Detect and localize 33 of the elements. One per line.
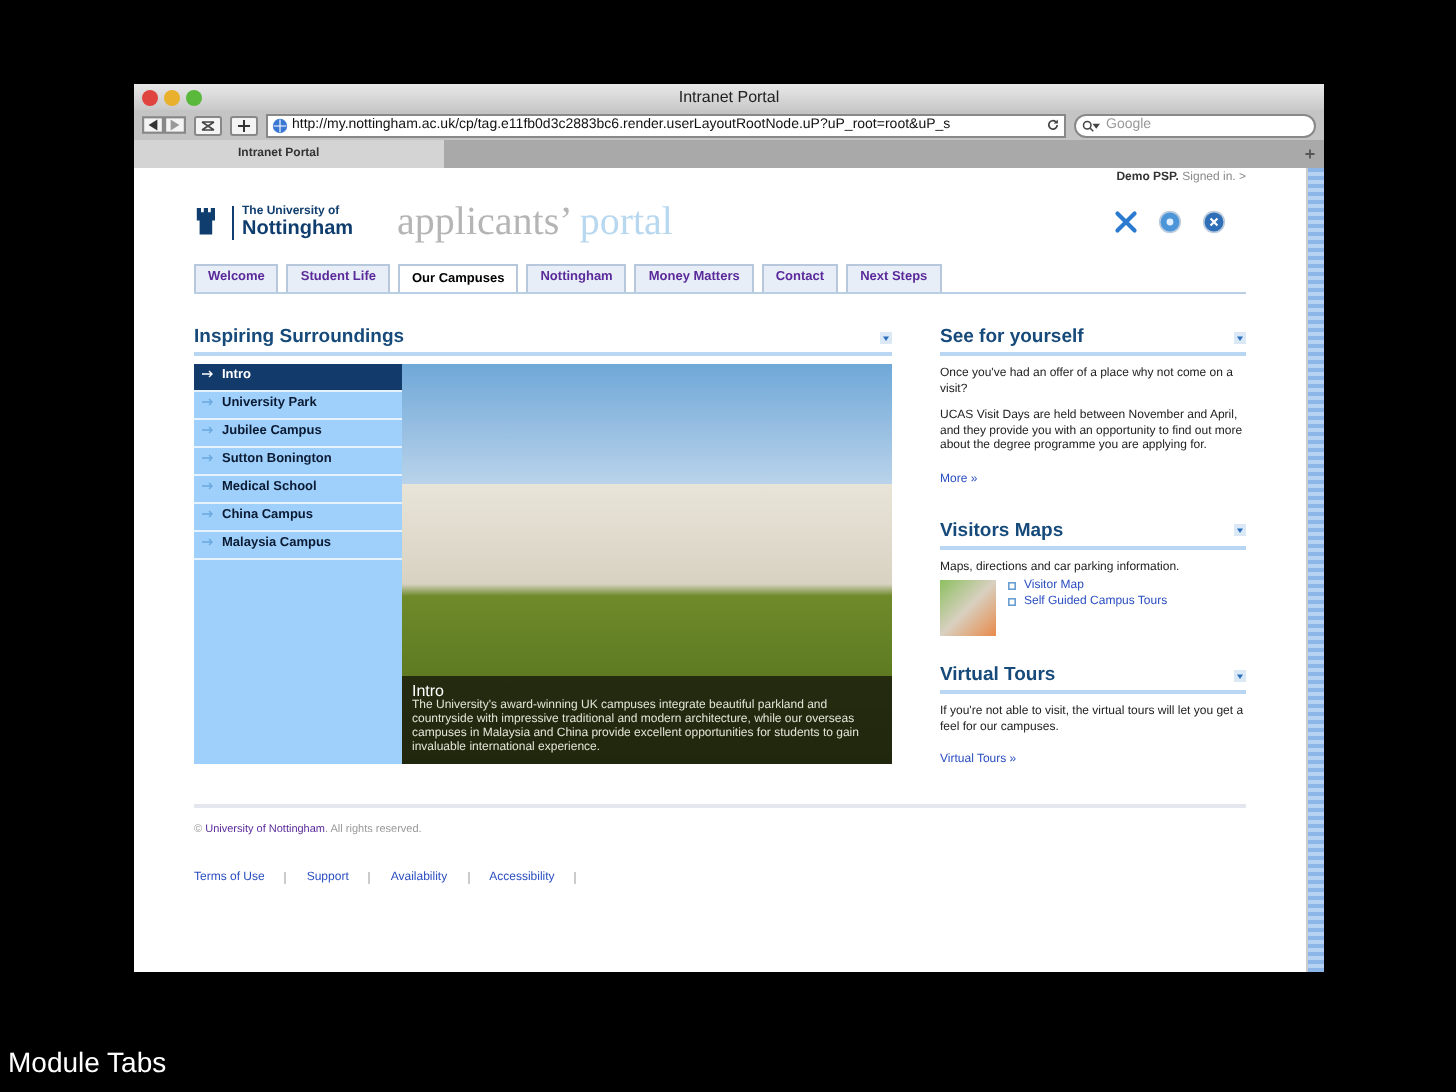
help-icon[interactable] xyxy=(1158,210,1182,234)
collapse-icon[interactable] xyxy=(1234,524,1246,536)
new-tab-button[interactable] xyxy=(1304,148,1316,160)
scrollbar[interactable] xyxy=(1306,168,1324,972)
arrow-icon xyxy=(202,538,214,546)
map-thumbnail[interactable] xyxy=(940,580,996,636)
section-title: Virtual Tours xyxy=(940,664,1056,686)
section-title: See for yourself xyxy=(940,326,1084,348)
portal-title: applicants’ portal xyxy=(397,199,673,245)
collapse-icon[interactable] xyxy=(1234,669,1246,681)
reload-icon[interactable] xyxy=(1046,118,1060,132)
close-icon[interactable] xyxy=(1202,210,1226,234)
collapse-icon[interactable] xyxy=(1234,331,1246,343)
section-title: Visitors Maps xyxy=(940,519,1064,541)
bullet-icon xyxy=(1008,582,1016,590)
window-title: Intranet Portal xyxy=(678,88,780,106)
arrow-icon xyxy=(202,454,214,462)
arrow-icon xyxy=(202,426,214,434)
collapse-icon[interactable] xyxy=(880,331,892,343)
globe-icon xyxy=(272,117,288,133)
arrow-icon xyxy=(202,370,214,378)
caption-title: Intro xyxy=(412,682,445,700)
slide-caption: Module Tabs xyxy=(8,1046,167,1078)
arrow-icon xyxy=(202,510,214,518)
arrow-icon xyxy=(202,398,214,406)
arrow-icon xyxy=(202,482,214,490)
search-icon xyxy=(1082,119,1100,131)
close-window-button[interactable] xyxy=(142,89,158,105)
bookmarks-button[interactable] xyxy=(194,115,222,135)
bullet-icon xyxy=(1008,598,1016,606)
section-title: Inspiring Surroundings xyxy=(194,326,405,348)
add-bookmark-button[interactable] xyxy=(230,115,258,135)
back-button[interactable] xyxy=(142,116,164,134)
